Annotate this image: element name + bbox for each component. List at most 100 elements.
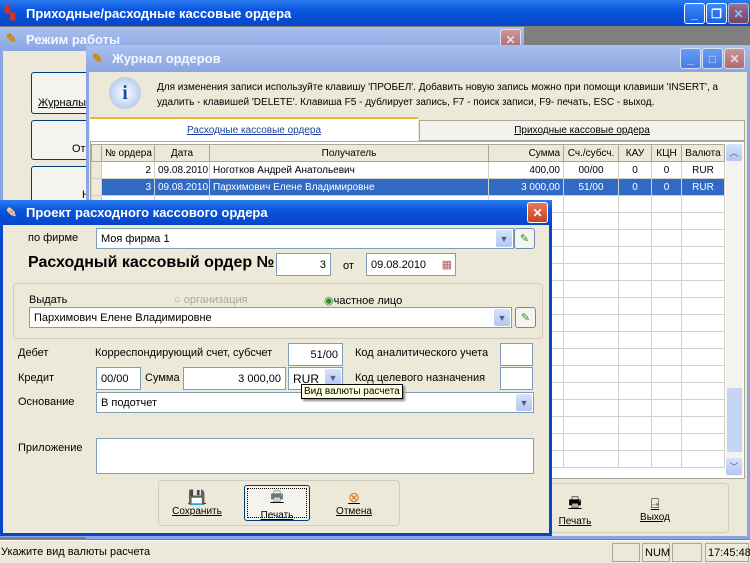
purpose-code-input[interactable] bbox=[500, 367, 533, 390]
radio-checked-icon: ◉ bbox=[324, 295, 334, 307]
chevron-down-icon[interactable]: ▼ bbox=[516, 394, 532, 411]
status-bar: Укажите вид валюты расчета NUM 17:45:48 bbox=[0, 540, 750, 563]
cancel-label: Отмена bbox=[336, 506, 372, 517]
table-cell: 0 bbox=[618, 178, 652, 196]
empty-cell bbox=[651, 399, 682, 417]
save-button[interactable]: 💾 Сохранить bbox=[167, 484, 227, 522]
table-cell: 09.08.2010 bbox=[154, 178, 210, 196]
empty-cell bbox=[681, 314, 725, 332]
table-cell: Ноготков Андрей Анатольевич bbox=[209, 161, 489, 179]
row-header[interactable] bbox=[91, 178, 102, 196]
radio-icon: ○ bbox=[174, 294, 181, 306]
edit-firm-button[interactable]: ✎ bbox=[514, 228, 535, 249]
empty-cell bbox=[563, 297, 619, 315]
col-account[interactable]: Сч./субсч. bbox=[563, 144, 619, 162]
table-cell: 0 bbox=[651, 161, 682, 179]
empty-cell bbox=[563, 399, 619, 417]
table-cell: 400,00 bbox=[488, 161, 564, 179]
recipient-combo[interactable]: Пархимович Елене Владимировне ▼ bbox=[29, 307, 512, 328]
row-header[interactable] bbox=[91, 161, 102, 179]
table-row[interactable]: 3 09.08.2010 Пархимович Елене Владимировне… bbox=[91, 178, 725, 196]
print-label: Печать bbox=[558, 515, 592, 527]
scroll-down-icon[interactable]: ﹀ bbox=[726, 458, 742, 475]
minimize-button[interactable]: _ bbox=[684, 3, 705, 24]
credit-value: 00/00 bbox=[101, 372, 129, 385]
from-label: от bbox=[343, 260, 354, 272]
empty-cell bbox=[618, 195, 652, 213]
status-time: 17:45:48 bbox=[705, 543, 750, 562]
empty-cell bbox=[681, 246, 725, 264]
table-cell: RUR bbox=[681, 178, 725, 196]
col-kcn[interactable]: КЦН bbox=[651, 144, 682, 162]
credit-label: Кредит bbox=[18, 372, 55, 384]
col-kau[interactable]: КАУ bbox=[618, 144, 652, 162]
empty-cell bbox=[651, 382, 682, 400]
grid-scrollbar[interactable]: ︿ ﹀ bbox=[726, 144, 743, 476]
sum-input[interactable]: 3 000,00 bbox=[183, 367, 286, 390]
table-cell: 51/00 bbox=[563, 178, 619, 196]
basis-label: Основание bbox=[18, 396, 75, 408]
table-row[interactable]: 2 09.08.2010 Ноготков Андрей Анатольевич 40… bbox=[91, 161, 725, 179]
tab-expense-orders[interactable]: Расходные кассовые ордера bbox=[90, 117, 418, 141]
col-sum[interactable]: Сумма bbox=[488, 144, 564, 162]
cancel-button[interactable]: ⊗ Отмена bbox=[324, 484, 384, 522]
empty-cell bbox=[681, 416, 725, 434]
firm-combo[interactable]: Моя фирма 1 ▼ bbox=[96, 228, 514, 249]
empty-cell bbox=[563, 280, 619, 298]
col-recipient[interactable]: Получатель bbox=[209, 144, 489, 162]
journal-close-button[interactable]: ✕ bbox=[724, 48, 745, 69]
empty-cell bbox=[681, 365, 725, 383]
radio-private-person[interactable]: ◉частное лицо bbox=[324, 294, 402, 307]
calendar-icon[interactable]: ▦ bbox=[442, 258, 452, 271]
dialog-title: Проект расходного кассового ордера bbox=[26, 205, 268, 220]
scroll-up-icon[interactable]: ︿ bbox=[726, 144, 742, 161]
print-button[interactable]: 🖶 Печать bbox=[244, 485, 310, 521]
empty-cell bbox=[651, 433, 682, 451]
empty-cell bbox=[651, 246, 682, 264]
app-title: Приходные/расходные кассовые ордера bbox=[26, 5, 292, 21]
empty-cell bbox=[563, 331, 619, 349]
order-heading: Расходный кассовый ордер № bbox=[28, 254, 275, 271]
journal-maximize-button[interactable]: □ bbox=[702, 48, 723, 69]
radio-organization[interactable]: ○ организация bbox=[174, 294, 248, 306]
dialog-close-button[interactable]: ✕ bbox=[527, 202, 548, 223]
journal-print-button[interactable]: 🖶 Печать bbox=[550, 490, 600, 528]
purpose-code-label: Код целевого назначения bbox=[355, 372, 486, 384]
col-date[interactable]: Дата bbox=[154, 144, 210, 162]
edit-recipient-button[interactable]: ✎ bbox=[515, 307, 536, 328]
journal-exit-button[interactable]: ⍈ Выход bbox=[630, 490, 680, 528]
scroll-thumb[interactable] bbox=[727, 388, 742, 452]
date-value: 09.08.2010 bbox=[371, 258, 427, 271]
attachment-textarea[interactable] bbox=[96, 438, 534, 474]
empty-cell bbox=[681, 280, 725, 298]
journal-minimize-button[interactable]: _ bbox=[680, 48, 701, 69]
restore-button[interactable]: ❐ bbox=[706, 3, 727, 24]
sum-label: Сумма bbox=[145, 372, 180, 384]
save-label: Сохранить bbox=[172, 506, 222, 517]
empty-cell bbox=[618, 450, 652, 468]
empty-cell bbox=[618, 263, 652, 281]
empty-cell bbox=[651, 212, 682, 230]
empty-cell bbox=[563, 450, 619, 468]
empty-cell bbox=[563, 195, 619, 213]
order-number-input[interactable]: 3 bbox=[276, 253, 331, 276]
corr-account-input[interactable]: 51/00 bbox=[288, 343, 343, 366]
app-title-bar: ▚ Приходные/расходные кассовые ордера _ … bbox=[0, 0, 750, 26]
sum-value: 3 000,00 bbox=[238, 372, 281, 385]
credit-input[interactable]: 00/00 bbox=[96, 367, 141, 390]
col-currency[interactable]: Валюта bbox=[681, 144, 725, 162]
date-input[interactable]: 09.08.2010 ▦ bbox=[366, 253, 456, 276]
debit-label: Дебет bbox=[18, 347, 49, 359]
tab-income-orders[interactable]: Приходные кассовые ордера bbox=[419, 120, 745, 141]
analytic-code-input[interactable] bbox=[500, 343, 533, 366]
close-button[interactable]: ✕ bbox=[728, 3, 749, 24]
chevron-down-icon[interactable]: ▼ bbox=[496, 230, 512, 247]
empty-cell bbox=[563, 212, 619, 230]
issue-label: Выдать bbox=[29, 294, 68, 306]
order-number: 3 bbox=[319, 258, 326, 271]
empty-cell bbox=[681, 399, 725, 417]
chevron-down-icon[interactable]: ▼ bbox=[494, 309, 510, 326]
col-order-no[interactable]: № ордера bbox=[101, 144, 155, 162]
table-cell: 00/00 bbox=[563, 161, 619, 179]
empty-cell bbox=[618, 297, 652, 315]
